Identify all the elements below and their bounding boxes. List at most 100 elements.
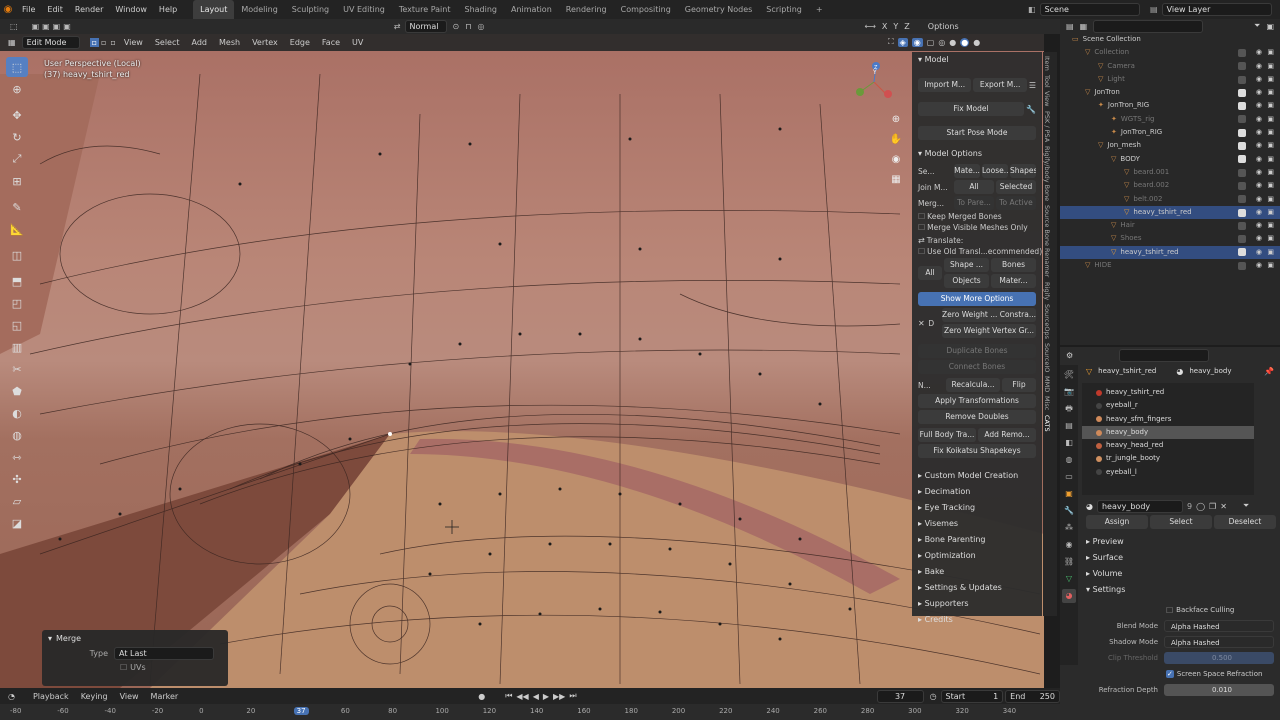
visibility-eye-icon[interactable]: ◉ <box>1256 232 1262 245</box>
outliner-row[interactable]: ▽ Hair ◉ ▣ <box>1060 219 1280 232</box>
end-frame-field[interactable]: End 250 <box>1005 689 1060 703</box>
view-layer-tab-icon[interactable]: ▤ <box>1062 419 1076 433</box>
outliner-row[interactable]: ▽ Shoes ◉ ▣ <box>1060 232 1280 245</box>
3d-viewport[interactable]: Y Z <box>0 34 1044 688</box>
pin-icon[interactable]: 📌 <box>1264 367 1274 376</box>
translate-objects-button[interactable]: Objects <box>944 274 989 288</box>
inset-tool-icon[interactable]: ◰ <box>6 293 28 313</box>
menu-playback[interactable]: Playback <box>33 692 69 701</box>
physics-tab-icon[interactable]: ◉ <box>1062 538 1076 552</box>
preview-range-icon[interactable]: ◷ <box>930 692 937 701</box>
menu-keying[interactable]: Keying <box>81 692 108 701</box>
scene-tab-icon[interactable]: ◧ <box>1062 436 1076 450</box>
axis-y-toggle[interactable]: Y <box>893 22 898 31</box>
export-model-button[interactable]: Export M... <box>973 78 1027 92</box>
duplicate-material-icon[interactable]: ❐ <box>1209 502 1216 511</box>
menu-view[interactable]: View <box>118 34 149 51</box>
exclude-checkbox[interactable] <box>1238 102 1246 111</box>
select-tool-icon[interactable]: ⬚ <box>6 57 28 77</box>
tab-psk-psa[interactable]: PSK / PSA <box>1043 111 1051 142</box>
exclude-checkbox[interactable] <box>1238 48 1246 57</box>
unlink-material-icon[interactable]: ✕ <box>1220 502 1227 511</box>
tab-sourceio[interactable]: SourceIO <box>1043 343 1051 372</box>
play-icon[interactable]: ▶ <box>543 692 549 701</box>
jump-start-icon[interactable]: ⏮ <box>505 691 512 701</box>
blend-mode-dropdown[interactable]: Alpha Hashed <box>1164 620 1274 632</box>
section-supporters[interactable]: ▸ Supporters <box>912 596 1042 612</box>
play-reverse-icon[interactable]: ◀ <box>533 692 539 701</box>
next-key-icon[interactable]: ▶▶ <box>553 692 565 701</box>
mirror-icon[interactable]: ⟷ <box>864 22 875 31</box>
move-tool-icon[interactable]: ✥ <box>6 105 28 125</box>
section-bake[interactable]: ▸ Bake <box>912 564 1042 580</box>
translate-bones-button[interactable]: Bones <box>991 258 1036 272</box>
menu-vertex[interactable]: Vertex <box>246 34 284 51</box>
world-tab-icon[interactable]: ◍ <box>1062 453 1076 467</box>
menu-file[interactable]: File <box>16 0 41 19</box>
new-collection-icon[interactable]: ▣ <box>1266 22 1274 31</box>
poly-build-tool-icon[interactable]: ⬟ <box>6 381 28 401</box>
shadow-mode-dropdown[interactable]: Alpha Hashed <box>1164 636 1274 648</box>
exclude-checkbox[interactable] <box>1238 235 1246 244</box>
menu-window[interactable]: Window <box>109 0 153 19</box>
exclude-checkbox[interactable] <box>1238 221 1246 230</box>
shading-rendered-icon[interactable]: ● <box>973 38 980 47</box>
visibility-eye-icon[interactable]: ◉ <box>1256 246 1262 259</box>
outliner-row[interactable]: ▽ Camera ◉ ▣ <box>1060 60 1280 73</box>
output-tab-icon[interactable]: 🖶 <box>1062 402 1076 416</box>
visibility-eye-icon[interactable]: ◉ <box>1256 153 1262 166</box>
material-slot[interactable]: eyeball_r <box>1082 399 1254 412</box>
visibility-eye-icon[interactable]: ◉ <box>1256 139 1262 152</box>
tab-compositing[interactable]: Compositing <box>614 0 678 19</box>
recalculate-button[interactable]: Recalcula... <box>946 378 1000 392</box>
separate-loose-button[interactable]: Loose... <box>982 164 1008 178</box>
material-slot[interactable]: heavy_head_red <box>1082 439 1254 452</box>
tab-sourceops[interactable]: SourceOps <box>1043 304 1051 339</box>
loop-cut-tool-icon[interactable]: ▥ <box>6 337 28 357</box>
zero-weight-vertex-groups-button[interactable]: Zero Weight Vertex Gr... <box>942 324 1036 338</box>
translate-all-button[interactable]: All <box>918 266 942 280</box>
timeline-editor-icon[interactable]: ◔ <box>8 692 15 701</box>
material-slot[interactable]: eyeball_l <box>1082 466 1254 479</box>
section-bone-parenting[interactable]: ▸ Bone Parenting <box>912 532 1042 548</box>
model-section-header[interactable]: ▾ Model <box>912 52 1042 68</box>
tab-cats[interactable]: CATS <box>1043 415 1051 432</box>
tab-sculpting[interactable]: Sculpting <box>285 0 336 19</box>
shading-material-icon[interactable]: ● <box>960 37 970 47</box>
extrude-tool-icon[interactable]: ⬒ <box>6 271 28 291</box>
menu-mesh[interactable]: Mesh <box>213 34 246 51</box>
frame-ruler[interactable]: -80 -60 -40 -20 0 20 37 60 80 100 120 140 160 180 200 2… <box>0 704 1060 720</box>
visibility-eye-icon[interactable]: ◉ <box>1256 46 1262 59</box>
refraction-depth-field[interactable]: 0.010 <box>1164 684 1274 696</box>
tab-rigify-body-bone[interactable]: Rigify/body Bone <box>1043 146 1051 201</box>
tab-mmd[interactable]: MMD <box>1043 376 1051 392</box>
material-slot[interactable]: heavy_sfm_fingers <box>1082 413 1254 426</box>
overlay-toggle-icon[interactable]: ◉ <box>911 37 923 47</box>
visibility-eye-icon[interactable]: ◉ <box>1256 73 1262 86</box>
tab-rigify[interactable]: Rigify <box>1043 282 1051 300</box>
outliner-row[interactable]: ▽ belt.002 ◉ ▣ <box>1060 193 1280 206</box>
material-slot[interactable]: heavy_tshirt_red <box>1082 386 1254 399</box>
object-tab-icon[interactable]: ▣ <box>1062 487 1076 501</box>
menu-marker[interactable]: Marker <box>151 692 179 701</box>
render-camera-icon[interactable]: ▣ <box>1267 86 1274 99</box>
exclude-checkbox[interactable] <box>1238 88 1246 97</box>
visibility-eye-icon[interactable]: ◉ <box>1256 86 1262 99</box>
use-old-checkbox[interactable]: ☐ <box>918 247 925 256</box>
model-options-header[interactable]: ▾ Model Options <box>912 146 1042 162</box>
render-camera-icon[interactable]: ▣ <box>1267 219 1274 232</box>
merge-visible-checkbox[interactable]: ☐ <box>918 223 925 232</box>
merge-to-active-button[interactable]: To Active <box>996 196 1036 210</box>
tab-rendering[interactable]: Rendering <box>559 0 614 19</box>
scale-tool-icon[interactable]: ⤢ <box>6 149 28 169</box>
options-dropdown[interactable]: Options <box>928 22 959 31</box>
data-tab-icon[interactable]: ▽ <box>1062 572 1076 586</box>
constraints-tab-icon[interactable]: ⛓ <box>1062 555 1076 569</box>
section-visemes[interactable]: ▸ Visemes <box>912 516 1042 532</box>
material-slot[interactable]: tr_jungle_booty <box>1082 452 1254 465</box>
editor-type-icon[interactable]: ▦ <box>8 38 16 47</box>
prev-key-icon[interactable]: ◀◀ <box>516 692 528 701</box>
zoom-icon[interactable]: ⊕ <box>889 114 903 134</box>
visibility-eye-icon[interactable]: ◉ <box>1256 219 1262 232</box>
add-workspace-button[interactable]: + <box>809 0 830 19</box>
